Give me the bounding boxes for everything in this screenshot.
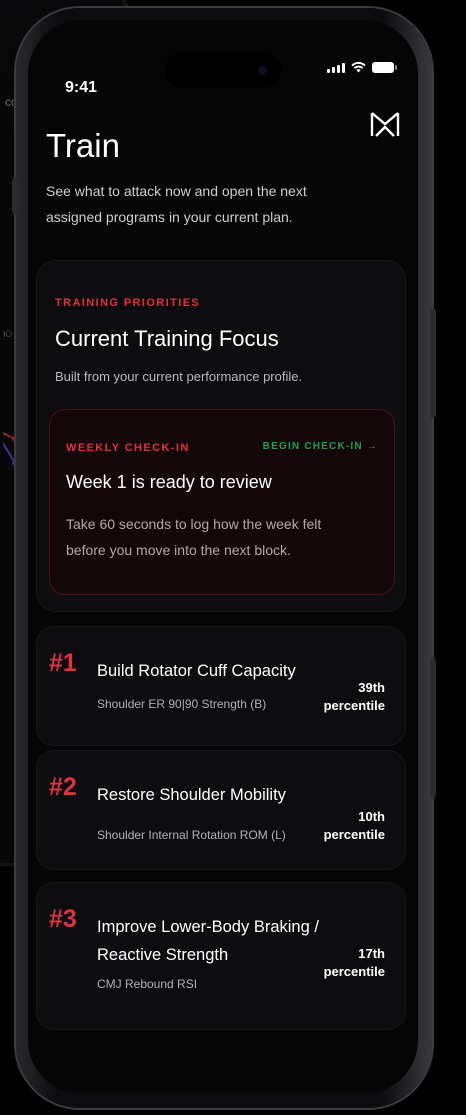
battery-icon [372,62,397,73]
power-button [430,308,436,418]
cellular-signal-icon [327,63,345,73]
weekly-checkin-eyebrow: WEEKLY CHECK-IN [66,442,190,454]
priority-rank: #3 [49,905,77,933]
priority-metric: Shoulder Internal Rotation ROM (L) [97,828,286,842]
action-button [12,178,18,214]
weekly-checkin-card[interactable]: WEEKLY CHECK-IN BEGIN CHECK-IN → Week 1 … [49,409,395,595]
side-button [430,658,436,798]
page-subtitle: See what to attack now and open the next… [46,183,307,225]
dynamic-island [165,52,281,88]
phone-frame: 9:41 Train See what to attack now and op… [12,8,436,1108]
camera-icon [258,66,267,75]
percentile-value: 10th [358,809,385,824]
screen: 9:41 Train See what to attack now and op… [28,20,418,1094]
status-icons [327,62,397,73]
priority-card[interactable]: #1 Build Rotator Cuff Capacity Shoulder … [36,626,406,746]
priority-card[interactable]: #3 Improve Lower-Body Braking / Reactive… [36,882,406,1030]
stage: co Ю 9:41 Train See what to attack now a… [0,0,466,1115]
training-priorities-card: TRAINING PRIORITIES Current Training Foc… [36,260,406,612]
weekly-checkin-body: Take 60 seconds to log how the week felt… [66,516,322,558]
percentile-label: percentile [323,964,385,979]
priority-rank: #2 [49,773,77,801]
priority-metric: CMJ Rebound RSI [97,977,198,991]
training-focus-title: Current Training Focus [55,326,279,351]
page-title: Train [46,127,120,164]
training-priorities-eyebrow: TRAINING PRIORITIES [55,297,201,309]
background-device-tick-label: Ю [3,329,13,339]
training-focus-subtitle: Built from your current performance prof… [55,369,303,384]
percentile-label: percentile [323,827,385,842]
priority-percentile: 17th percentile [305,945,385,981]
status-time: 9:41 [65,79,98,96]
percentile-label: percentile [323,698,385,713]
priority-title: Restore Shoulder Mobility [97,786,286,804]
priority-percentile: 39th percentile [305,679,385,715]
priority-metric: Shoulder ER 90|90 Strength (B) [97,697,267,711]
begin-checkin-button[interactable]: BEGIN CHECK-IN → [263,441,378,452]
percentile-value: 39th [358,680,385,695]
weekly-checkin-title: Week 1 is ready to review [66,472,272,492]
priority-card[interactable]: #2 Restore Shoulder Mobility Shoulder In… [36,750,406,870]
wifi-icon [351,62,366,73]
priority-title: Improve Lower-Body Braking / Reactive St… [97,918,319,964]
m-monogram-logo[interactable] [370,110,400,138]
priority-rank: #1 [49,649,77,677]
priority-title: Build Rotator Cuff Capacity [97,662,296,680]
percentile-value: 17th [358,946,385,961]
priority-percentile: 10th percentile [305,808,385,844]
